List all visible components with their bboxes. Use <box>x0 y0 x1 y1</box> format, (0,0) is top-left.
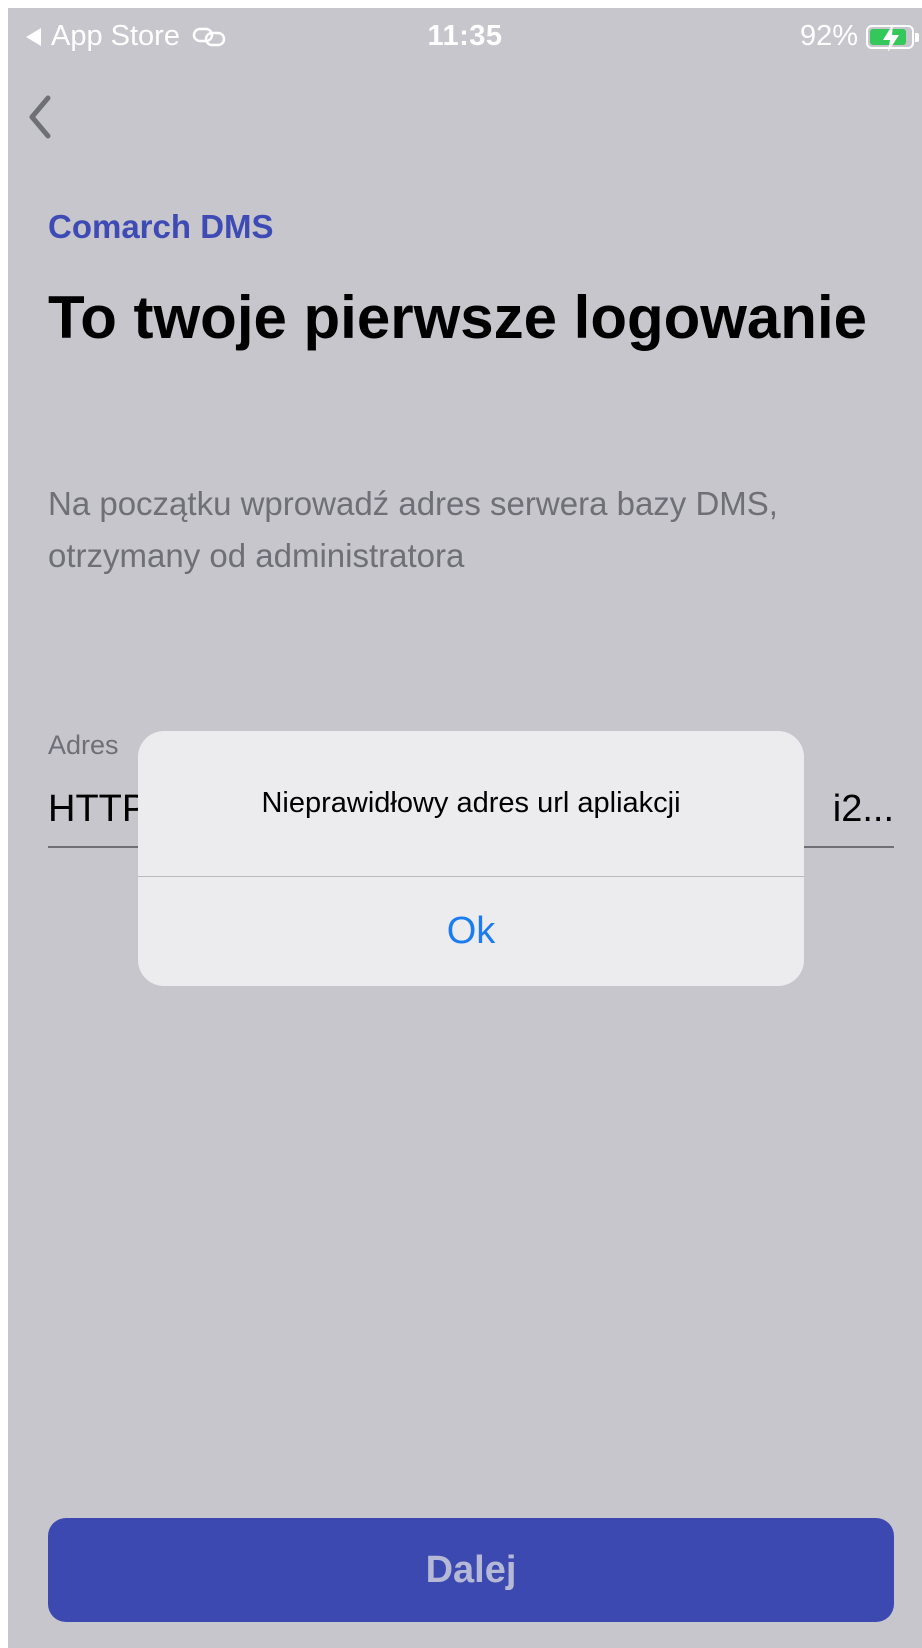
error-alert: Nieprawidłowy adres url apliakcji Ok <box>138 731 804 986</box>
charging-bolt-icon <box>883 23 899 52</box>
battery-percent: 92% <box>799 20 858 52</box>
battery-icon <box>866 23 919 52</box>
status-bar: App Store 11:35 92% <box>8 8 922 68</box>
chevron-left-icon[interactable] <box>18 90 62 144</box>
battery-status: 92% <box>799 20 919 53</box>
server-address-label: Adres <box>48 730 119 760</box>
page-subtitle: Na początku wprowadź adres serwera bazy … <box>48 485 778 574</box>
app-name: Comarch DMS <box>48 208 274 245</box>
battery-cap <box>915 32 919 42</box>
alert-message: Nieprawidłowy adres url apliakcji <box>261 787 681 819</box>
status-time: 11:35 <box>427 20 503 52</box>
app-screen: App Store 11:35 92% Comarch DMS To twoje… <box>8 8 922 1648</box>
server-address-value-start: HTTP <box>48 788 148 830</box>
next-button[interactable]: Dalej <box>48 1518 894 1622</box>
server-address-value-end: i2... <box>832 788 894 830</box>
alert-ok-button[interactable]: Ok <box>138 877 804 986</box>
page-title: To twoje pierwsze logowanie <box>48 284 867 351</box>
